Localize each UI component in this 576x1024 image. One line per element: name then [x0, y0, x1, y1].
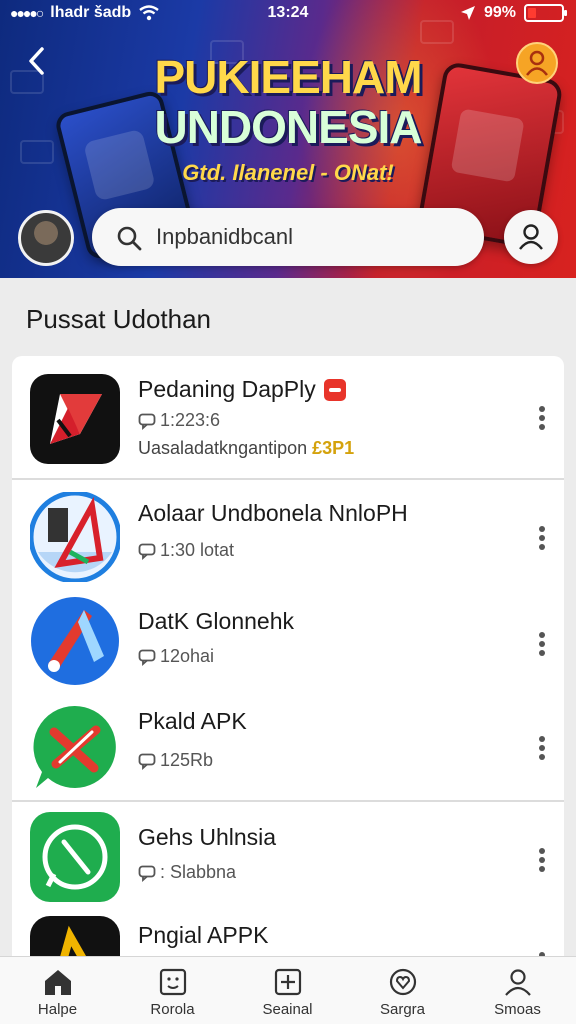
hero-title-line1: PUKIEEHAM	[154, 51, 422, 103]
app-meta: 1:30 lotat	[138, 540, 234, 561]
app-meta-text: 125Rb	[160, 750, 214, 770]
battery-percent: 99%	[483, 4, 516, 21]
more-options-button[interactable]	[530, 626, 554, 662]
home-icon	[45, 970, 71, 995]
app-name: DatK Glonnehk	[138, 608, 294, 634]
app-icon	[30, 812, 120, 902]
nav-home[interactable]: Halpe	[0, 957, 115, 1024]
nav-item-5[interactable]: Smoas	[460, 957, 575, 1024]
more-options-button[interactable]	[530, 400, 554, 436]
location-arrow-icon	[460, 6, 475, 20]
app-icon	[30, 374, 120, 464]
nav-label: Rorola	[150, 1001, 195, 1018]
app-name: Pngial APPK	[138, 922, 269, 948]
banner-doodle	[20, 140, 54, 164]
comment-icon	[138, 865, 156, 882]
app-icon	[30, 916, 120, 956]
list-item[interactable]: Pkald APK 125Rb	[12, 694, 564, 800]
search-bar[interactable]	[92, 208, 484, 266]
app-meta: : Slabbna	[138, 862, 236, 883]
app-name: Aolaar Undbonela NnloPH	[138, 500, 408, 526]
account-button[interactable]	[504, 210, 558, 264]
more-options-button[interactable]	[530, 520, 554, 556]
app-meta: 1:223:6	[138, 410, 220, 431]
app-meta: 12ohai	[138, 646, 214, 667]
list-item[interactable]: Gehs Uhlnsia : Slabbna	[12, 802, 564, 908]
app-meta-text: 1:30 lotat	[160, 540, 235, 560]
new-badge	[323, 378, 346, 401]
nav-label: Halpe	[37, 1001, 78, 1018]
bottom-navigation: Halpe Rorola Seainal Sargra Smoas	[0, 956, 576, 1024]
comment-icon	[138, 753, 156, 770]
comment-icon	[138, 413, 156, 430]
user-icon	[519, 224, 543, 250]
nav-label: Sargra	[379, 1001, 426, 1018]
hero-subtitle: Gtd. Ilanenel - ONat!	[182, 160, 394, 185]
app-description-text: Uasaladatkngantipon	[138, 438, 308, 458]
battery-icon	[524, 4, 567, 22]
app-list: Pedaning DapPly 1:223:6 Uasaladatknganti…	[12, 356, 564, 956]
promo-label: £3P1	[312, 438, 355, 458]
avatar[interactable]	[18, 210, 74, 266]
list-item[interactable]: Aolaar Undbonela NnloPH 1:30 lotat	[12, 480, 564, 588]
more-options-button[interactable]	[530, 946, 554, 956]
user-icon	[526, 50, 548, 76]
hero-title-line2: UNDONESIA	[154, 101, 422, 153]
add-square-icon	[274, 968, 302, 996]
app-meta-text: 1:223:6	[160, 410, 221, 430]
chevron-left-icon	[29, 47, 44, 75]
search-input[interactable]	[156, 222, 456, 252]
smile-card-icon	[159, 968, 187, 996]
app-icon	[30, 492, 120, 582]
section-title: Pussat Udothan	[26, 304, 212, 334]
nav-item-3[interactable]: Seainal	[230, 957, 345, 1024]
app-name: Pkald APK	[138, 708, 247, 734]
header-banner: ●●●●○ lhadr šadb 13:24 99% PUKIEEHAM UND…	[0, 0, 576, 278]
app-meta-text: : Slabbna	[160, 862, 237, 882]
person-icon	[505, 969, 531, 996]
list-item[interactable]: Pedaning DapPly 1:223:6 Uasaladatknganti…	[12, 356, 564, 478]
app-icon	[33, 705, 116, 788]
nav-label: Seainal	[262, 1001, 313, 1018]
nav-item-2[interactable]: Rorola	[115, 957, 230, 1024]
search-icon	[117, 226, 142, 251]
app-meta: 125Rb	[138, 750, 213, 771]
back-button[interactable]	[22, 44, 54, 78]
status-bar: ●●●●○ lhadr šadb 13:24 99%	[0, 0, 576, 28]
app-name: Gehs Uhlnsia	[138, 824, 277, 850]
app-meta-text: 12ohai	[160, 646, 215, 666]
nav-item-4[interactable]: Sargra	[345, 957, 460, 1024]
app-description: Uasaladatkngantipon £3P1	[138, 438, 354, 459]
app-name-text: Pedaning DapPly	[138, 376, 316, 402]
comment-icon	[138, 649, 156, 666]
hero-title: PUKIEEHAM UNDONESIA	[140, 52, 436, 152]
comment-icon	[138, 543, 156, 560]
more-options-button[interactable]	[530, 730, 554, 766]
more-options-button[interactable]	[530, 842, 554, 878]
heart-icon	[389, 968, 417, 996]
app-name: Pedaning DapPly	[138, 376, 346, 403]
nav-label: Smoas	[494, 1001, 541, 1018]
profile-button[interactable]	[516, 42, 558, 84]
app-icon	[31, 597, 119, 685]
list-item[interactable]: DatK Glonnehk 12ohai	[12, 588, 564, 694]
list-item[interactable]: Pngial APPK	[12, 908, 564, 956]
